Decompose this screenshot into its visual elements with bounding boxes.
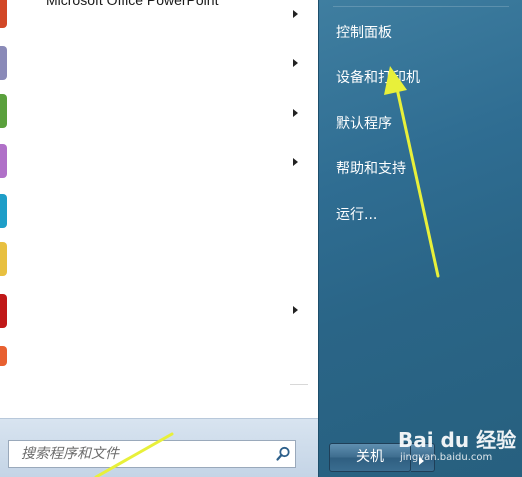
menu-item-devices-printers[interactable]: 设备和打印机 [336,67,420,87]
menu-item-control-panel[interactable]: 控制面板 [336,22,392,42]
separator [290,384,308,385]
app-icon [0,242,7,276]
program-item[interactable] [0,290,314,340]
submenu-arrow-icon[interactable] [293,306,298,314]
submenu-arrow-icon[interactable] [293,158,298,166]
program-item[interactable] [0,90,314,140]
program-item[interactable] [0,40,314,90]
submenu-arrow-icon[interactable] [293,10,298,18]
submenu-arrow-icon[interactable] [293,109,298,117]
search-box [8,440,296,468]
program-label: Microsoft Office PowerPoint [46,0,219,8]
program-item[interactable] [0,340,314,390]
submenu-arrow-icon[interactable] [293,59,298,67]
app-icon [0,94,7,128]
search-input[interactable] [9,441,261,467]
app-icon [0,294,7,328]
app-icon [0,346,7,366]
program-item[interactable] [0,190,314,240]
program-item[interactable] [0,140,314,190]
menu-item-default-programs[interactable]: 默认程序 [336,113,392,133]
watermark-title: Bai du 经验 [398,428,517,452]
search-icon[interactable] [275,446,291,462]
menu-item-run[interactable]: 运行... [336,204,377,224]
program-item[interactable] [0,238,314,288]
powerpoint-icon [0,0,7,28]
app-icon [0,194,7,228]
baidu-watermark: Bai du 经验 jingyan.baidu.com [398,418,522,477]
app-icon [0,46,7,80]
app-icon [0,144,7,178]
divider [333,6,509,7]
watermark-url: jingyan.baidu.com [400,452,493,463]
program-list: Microsoft Office PowerPoint [0,0,318,432]
program-item[interactable]: Microsoft Office PowerPoint [0,0,314,36]
start-menu: Microsoft Office PowerPoint 搜索程序和文件 控制面板… [0,0,522,477]
menu-item-help-support[interactable]: 帮助和支持 [336,158,406,178]
